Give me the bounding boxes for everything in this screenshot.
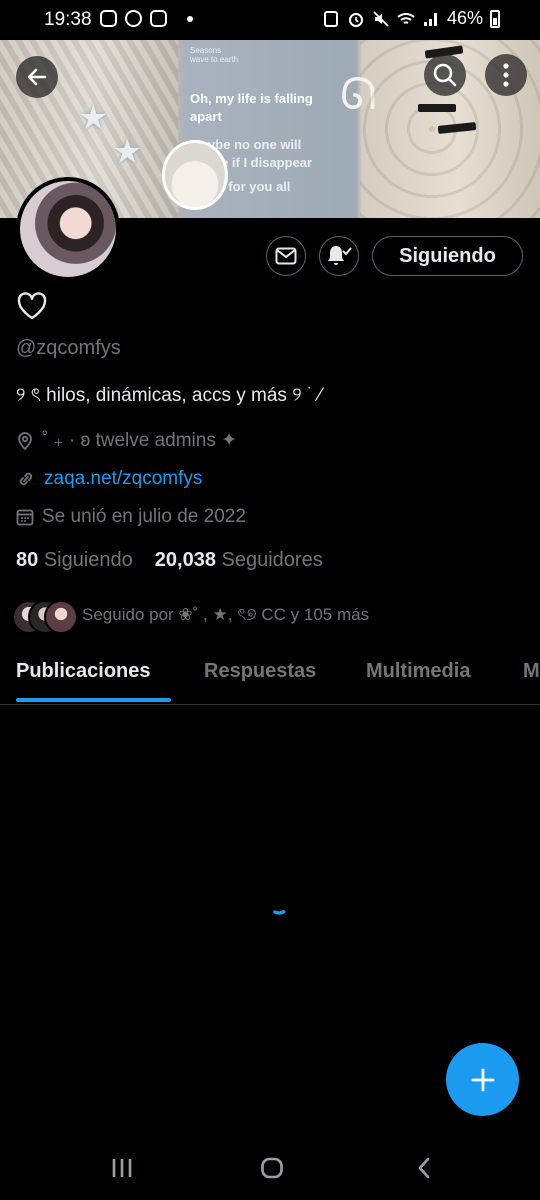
banner-star-icon: ★ — [112, 133, 143, 171]
followed-by-text: Seguido por ❀˚ , ★, ৎ୭ CC y 105 más — [82, 605, 370, 624]
message-button[interactable] — [266, 236, 306, 276]
tab-publicaciones[interactable]: Publicaciones — [16, 660, 151, 683]
tab-multimedia[interactable]: Multimedia — [366, 660, 470, 683]
data-saver-icon — [323, 10, 338, 27]
more-vertical-icon — [503, 63, 509, 87]
search-button[interactable] — [424, 54, 466, 96]
mute-icon — [373, 10, 389, 27]
calendar-icon — [16, 509, 34, 526]
compose-post-button[interactable] — [446, 1043, 519, 1116]
system-back-button[interactable] — [404, 1154, 444, 1182]
tab-respuestas[interactable]: Respuestas — [204, 660, 316, 683]
bell-check-icon — [328, 246, 352, 265]
profile-joined-date: Se unió en julio de 2022 — [42, 506, 246, 527]
notifications-subscribe-button[interactable] — [319, 236, 359, 276]
status-time: 19:38 — [44, 9, 92, 30]
home-icon — [261, 1157, 283, 1179]
followers-count: 20,038 — [154, 549, 216, 571]
loading-spinner-icon — [272, 898, 292, 923]
mutual-followers-avatars — [12, 600, 78, 634]
followed-by-row[interactable]: Seguido por ❀˚ , ★, ৎ୭ CC y 105 más — [12, 600, 370, 634]
battery-icon — [490, 9, 500, 28]
profile-location-row: ˚ ₊ · ʚ twelve admins ✦ — [16, 428, 237, 452]
banner-star-icon: ★ — [78, 99, 109, 137]
profile-handle: @zqcomfys — [16, 337, 121, 359]
active-tab-indicator — [16, 698, 171, 702]
battery-percent: 46% — [446, 8, 483, 28]
following-count-link[interactable]: 80 Siguiendo — [16, 549, 133, 572]
location-pin-icon — [18, 432, 32, 450]
recents-icon — [112, 1159, 132, 1177]
plus-icon — [471, 1068, 494, 1091]
arrow-left-icon — [27, 68, 47, 86]
profile-bio: ୨ ৎ hilos, dinámicas, accs y más ୨ ˙ ⁄ — [16, 385, 322, 406]
tab-more-overflow[interactable]: M — [523, 660, 540, 683]
banner-lyric-line: Oh, my life is falling apart — [190, 91, 313, 124]
instagram-notification-icon — [100, 10, 117, 27]
profile-joined-row: Se unió en julio de 2022 — [16, 505, 246, 529]
followers-label: Seguidores — [221, 549, 323, 571]
profile-website-link[interactable]: zaqa.net/zqcomfys — [44, 468, 202, 490]
alarm-icon — [348, 12, 363, 27]
banner-song-title: Seasons — [190, 46, 222, 55]
following-label: Siguiendo — [43, 549, 133, 571]
envelope-icon — [275, 247, 297, 265]
search-icon — [433, 63, 457, 87]
profile-link-row: zaqa.net/zqcomfys — [16, 467, 202, 491]
following-button[interactable]: Siguiendo — [372, 236, 523, 276]
banner-song-artist: wave to earth — [190, 55, 239, 64]
back-button[interactable] — [16, 56, 58, 98]
recent-apps-button[interactable] — [102, 1154, 142, 1182]
more-notifications-icon — [187, 15, 193, 22]
banner-headphones-sticker — [162, 140, 228, 210]
wifi-icon — [397, 12, 415, 24]
profile-avatar[interactable] — [16, 177, 120, 281]
more-options-button[interactable] — [485, 54, 527, 96]
followers-count-link[interactable]: 20,038 Seguidores — [155, 549, 323, 572]
chevron-left-icon — [418, 1157, 430, 1179]
display-name-heart-icon — [16, 291, 48, 326]
link-icon — [19, 472, 33, 486]
instagram-notification-icon — [150, 10, 167, 27]
mutual-avatar — [44, 600, 78, 634]
signal-icon — [423, 12, 437, 26]
profile-location: ˚ ₊ · ʚ twelve admins ✦ — [42, 429, 238, 451]
home-button[interactable] — [252, 1154, 292, 1182]
system-navigation-bar — [0, 1136, 540, 1200]
banner-song-card: Seasons wave to earth — [190, 46, 238, 64]
follow-counts: 80 Siguiendo 20,038 Seguidores — [16, 549, 323, 572]
banner-label-tag — [418, 104, 456, 112]
status-bar: 19:38 46% — [0, 0, 540, 40]
profile-tabs: Publicaciones Respuestas Multimedia M — [0, 648, 540, 705]
following-count: 80 — [16, 549, 39, 571]
skype-notification-icon — [125, 10, 142, 27]
